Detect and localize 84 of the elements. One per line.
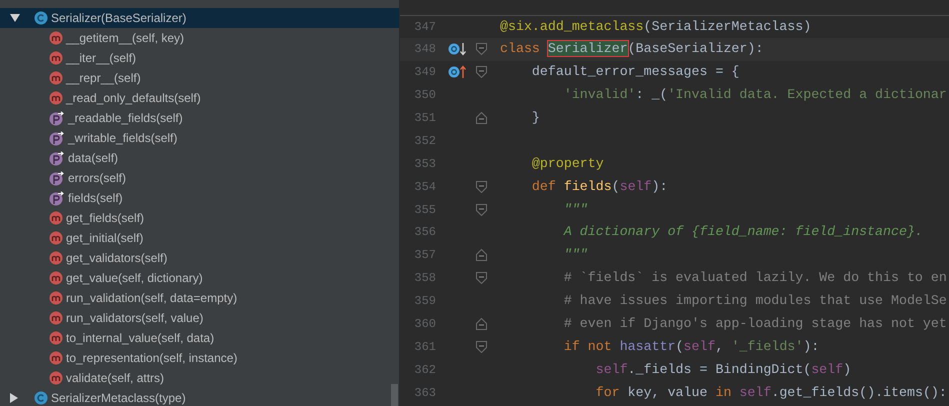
line-number: 350 bbox=[413, 87, 436, 104]
code-line: class Serializer(BaseSerializer): bbox=[499, 40, 764, 58]
fold-icon[interactable] bbox=[476, 272, 487, 284]
class-icon bbox=[34, 11, 48, 25]
tree-item[interactable]: _readable_fields(self) bbox=[0, 108, 399, 128]
code-line: @six.add_metaclass(SerializerMetaclass) bbox=[499, 18, 812, 36]
property-icon bbox=[49, 150, 65, 166]
code-line: default_error_messages = { bbox=[530, 63, 740, 82]
line-number: 362 bbox=[413, 362, 436, 379]
line-number: 363 bbox=[413, 384, 436, 402]
tree-item[interactable]: to_representation(self, instance) bbox=[0, 348, 399, 368]
line-number: 357 bbox=[413, 247, 436, 264]
tree-item[interactable]: SerializerMetaclass(type) bbox=[0, 388, 399, 406]
tree-item[interactable]: __iter__(self) bbox=[0, 48, 399, 68]
code-line: # `fields` is evaluated lazily. We do this to en bbox=[562, 269, 947, 288]
method-icon bbox=[49, 211, 63, 225]
code-line: def fields(self): bbox=[530, 178, 668, 196]
line-number: 347 bbox=[413, 18, 436, 36]
tree-item[interactable]: __getitem__(self, key) bbox=[0, 28, 399, 48]
code-line: if not hasattr(self, '_fields'): bbox=[562, 338, 820, 356]
line-number: 354 bbox=[413, 178, 436, 196]
method-icon bbox=[49, 71, 63, 85]
line-number: 358 bbox=[413, 270, 436, 288]
tree-item[interactable]: __repr__(self) bbox=[0, 68, 399, 88]
method-icon bbox=[49, 91, 63, 105]
method-icon bbox=[49, 331, 63, 345]
overridden-method-icon[interactable] bbox=[448, 42, 466, 56]
fold-end-icon[interactable] bbox=[476, 318, 487, 330]
code-line: # have issues importing modules that use ModelSe bbox=[562, 292, 947, 310]
code-line: } bbox=[530, 109, 540, 128]
property-icon bbox=[49, 130, 65, 146]
line-number: 353 bbox=[413, 156, 436, 173]
tree-item[interactable]: get_initial(self) bbox=[0, 228, 399, 248]
line-number: 351 bbox=[413, 110, 436, 127]
line-number: 361 bbox=[413, 338, 436, 356]
code-line: 'invalid': _('Invalid data. Expected a dictionar bbox=[562, 86, 947, 104]
tree-item[interactable]: to_internal_value(self, data) bbox=[0, 328, 399, 348]
tree-item[interactable]: _read_only_defaults(self) bbox=[0, 88, 399, 108]
tree-item[interactable]: errors(self) bbox=[0, 168, 399, 188]
tree-item[interactable]: _writable_fields(self) bbox=[0, 128, 399, 148]
tree-item[interactable]: validate(self, attrs) bbox=[0, 368, 399, 388]
tree-item[interactable]: data(self) bbox=[0, 148, 399, 168]
code-line: """ bbox=[562, 246, 588, 264]
code-line: self._fields = BindingDict(self) bbox=[594, 360, 852, 379]
fold-end-icon[interactable] bbox=[476, 249, 487, 262]
code-line: A dictionary of {field_name: field_instance}. bbox=[562, 223, 923, 242]
tree-item[interactable]: run_validation(self, data=empty) bbox=[0, 288, 399, 308]
method-icon bbox=[49, 271, 63, 285]
tree-item[interactable]: Serializer(BaseSerializer) bbox=[0, 8, 399, 28]
line-number: 360 bbox=[413, 316, 436, 334]
method-icon bbox=[49, 371, 63, 385]
fold-icon[interactable] bbox=[476, 66, 487, 78]
line-number: 355 bbox=[413, 202, 436, 219]
property-icon bbox=[49, 190, 65, 206]
fold-icon[interactable] bbox=[476, 180, 487, 193]
tree-item[interactable]: get_value(self, dictionary) bbox=[0, 268, 399, 288]
method-icon bbox=[49, 351, 63, 365]
method-icon bbox=[49, 311, 63, 325]
class-icon bbox=[34, 391, 48, 405]
fold-icon[interactable] bbox=[476, 340, 487, 353]
line-number: 352 bbox=[413, 132, 436, 150]
code-line: """ bbox=[562, 200, 588, 219]
property-icon bbox=[49, 170, 65, 186]
tree-item[interactable]: run_validators(self, value) bbox=[0, 308, 399, 328]
method-icon bbox=[49, 231, 63, 245]
fold-end-icon[interactable] bbox=[476, 112, 487, 124]
method-icon bbox=[49, 291, 63, 305]
fold-icon[interactable] bbox=[476, 43, 487, 56]
method-icon bbox=[49, 31, 63, 45]
property-icon bbox=[49, 110, 65, 126]
tree-item[interactable]: get_fields(self) bbox=[0, 208, 399, 228]
overriding-method-icon[interactable] bbox=[448, 65, 466, 80]
tree-item[interactable]: fields(self) bbox=[0, 188, 399, 208]
tree-item[interactable]: get_validators(self) bbox=[0, 248, 399, 268]
code-line: for key, value in self.get_fields().items(): bbox=[594, 384, 947, 402]
scrollbar-thumb[interactable] bbox=[391, 384, 398, 406]
code-line: @property bbox=[530, 154, 604, 173]
line-number: 356 bbox=[413, 224, 436, 242]
line-number: 359 bbox=[413, 293, 436, 310]
fold-icon[interactable] bbox=[476, 204, 487, 216]
method-icon bbox=[49, 251, 63, 265]
code-line: # even if Django's app-loading stage has not yet bbox=[562, 315, 947, 334]
line-number: 349 bbox=[413, 64, 436, 82]
method-icon bbox=[49, 51, 63, 65]
